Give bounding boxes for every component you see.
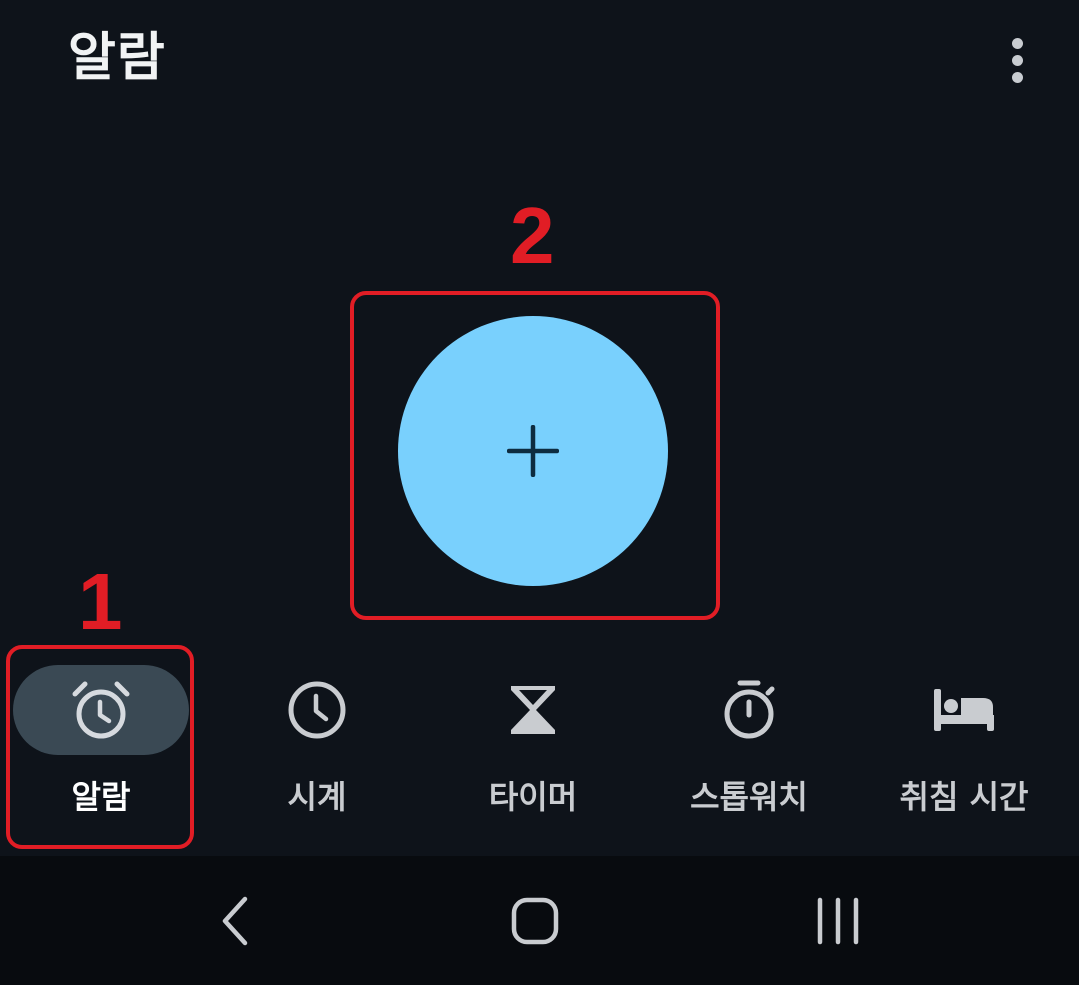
tab-clock-indicator [229, 665, 405, 755]
hourglass-icon [511, 686, 555, 734]
tab-stopwatch-indicator [661, 665, 837, 755]
clock-icon [288, 681, 346, 739]
alarm-clock-icon [72, 681, 130, 739]
more-options-button[interactable] [992, 30, 1042, 90]
tab-alarm[interactable]: 알람 [1, 650, 201, 840]
annotation-number-2: 2 [510, 191, 555, 280]
tab-bedtime[interactable]: 취침 시간 [864, 650, 1064, 840]
bed-icon [934, 689, 994, 731]
tab-stopwatch-label: 스톱워치 [690, 778, 808, 816]
page-title: 알람 [68, 28, 166, 88]
tab-bedtime-label: 취침 시간 [899, 778, 1029, 816]
recents-icon [817, 897, 859, 944]
tab-timer-indicator [445, 665, 621, 755]
plus-icon [507, 425, 559, 477]
tab-clock[interactable]: 시계 [217, 650, 417, 840]
tab-alarm-indicator [13, 665, 189, 755]
system-back-button[interactable] [190, 856, 280, 985]
more-options-dot [1011, 71, 1023, 83]
annotation-number-1: 1 [78, 557, 123, 646]
tab-clock-label: 시계 [287, 778, 347, 816]
add-alarm-button[interactable] [398, 316, 668, 586]
stopwatch-icon [724, 680, 775, 739]
tab-stopwatch[interactable]: 스톱워치 [649, 650, 849, 840]
more-options-dot [1011, 54, 1023, 66]
tab-bedtime-indicator [876, 665, 1052, 755]
system-recents-button[interactable] [793, 856, 883, 985]
more-options-icon [1011, 37, 1023, 49]
system-navigation-bar [0, 856, 1079, 985]
back-icon [222, 896, 248, 945]
bottom-navigation: 알람 시계 타이머 스톱워치 취침 시간 [0, 650, 1079, 855]
tab-timer-label: 타이머 [488, 778, 578, 816]
tab-alarm-label: 알람 [71, 778, 131, 816]
system-home-button[interactable] [490, 856, 580, 985]
home-icon [511, 897, 559, 944]
tab-timer[interactable]: 타이머 [433, 650, 633, 840]
